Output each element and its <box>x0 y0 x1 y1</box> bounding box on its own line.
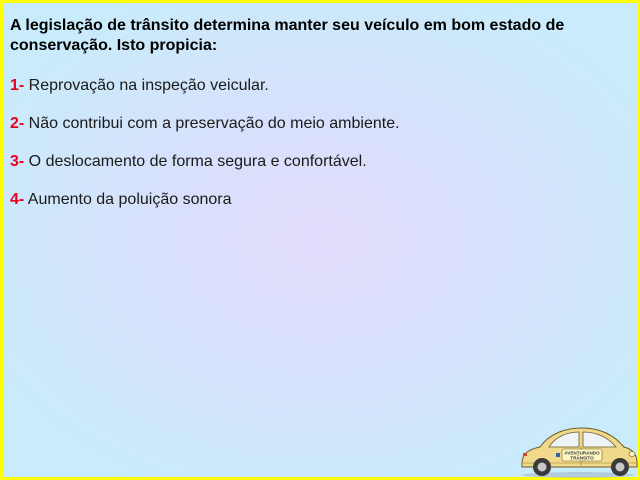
option-2[interactable]: 2- Não contribui com a preservação do me… <box>10 114 610 134</box>
option-1-number: 1- <box>10 77 25 94</box>
option-3[interactable]: 3- O deslocamento de forma segura e conf… <box>10 152 610 172</box>
option-4[interactable]: 4- Aumento da poluição sonora <box>10 190 610 210</box>
option-1[interactable]: 1- Reprovação na inspeção veicular. <box>10 76 610 96</box>
question-line-2: conservação. Isto propicia: <box>10 37 218 54</box>
option-3-text: O deslocamento de forma segura e confort… <box>24 153 367 170</box>
option-4-number: 4- <box>10 191 25 208</box>
option-3-number: 3- <box>10 153 25 170</box>
option-2-number: 2- <box>10 115 25 132</box>
option-2-text: Não contribui com a preservação do meio … <box>24 115 400 132</box>
car-logo-icon: AVENTURANDO TRÂNSITO <box>521 427 638 478</box>
option-1-text: Reprovação na inspeção veicular. <box>24 77 269 94</box>
logo-text-line-2: TRÂNSITO <box>570 455 594 461</box>
option-4-text: Aumento da poluição sonora <box>24 191 232 208</box>
question-text: A legislação de trânsito determina mante… <box>10 16 610 56</box>
slide-frame: A legislação de trânsito determina mante… <box>0 0 640 480</box>
question-line-1: A legislação de trânsito determina mante… <box>10 17 565 34</box>
answer-options: 1- Reprovação na inspeção veicular. 2- N… <box>10 76 610 228</box>
